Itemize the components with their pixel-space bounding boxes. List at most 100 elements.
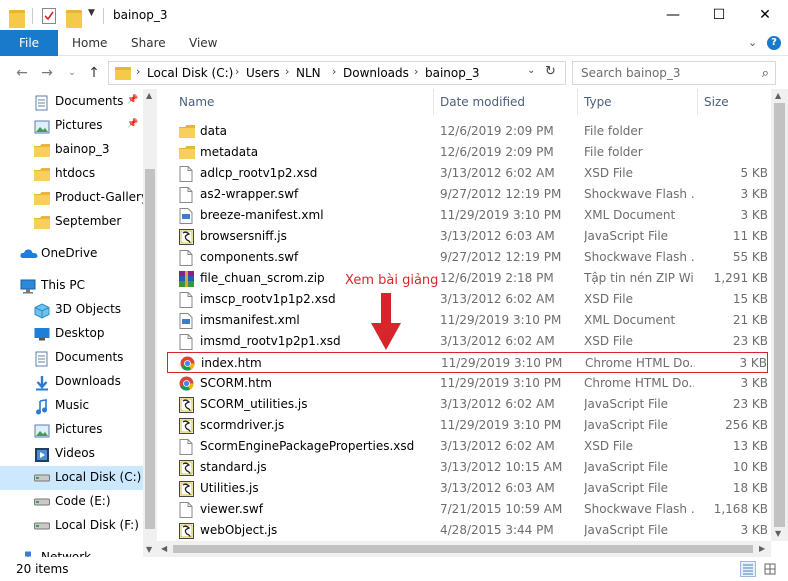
new-folder-icon[interactable] <box>66 10 82 28</box>
chevron-right-icon[interactable]: › <box>285 65 289 78</box>
close-button[interactable]: ✕ <box>742 0 788 30</box>
search-icon[interactable]: ⌕ <box>762 66 769 81</box>
chevron-right-icon[interactable]: › <box>332 65 336 78</box>
file-list: Name ^ Date modified Type Size data 12/6/… <box>157 89 788 557</box>
file-row[interactable]: imscp_rootv1p1p2.xsd 3/13/2012 6:02 AM XSD… <box>167 289 768 310</box>
chevron-right-icon[interactable]: › <box>414 65 418 78</box>
sidebar-item-september[interactable]: September <box>0 210 143 234</box>
sidebar-item-code-e[interactable]: Code (E:) <box>0 490 143 514</box>
file-row[interactable]: as2-wrapper.swf 9/27/2012 12:19 PM Shockwa… <box>167 184 768 205</box>
sidebar-item-onedrive[interactable]: OneDrive <box>0 242 143 266</box>
sidebar-item-local-disk-f[interactable]: Local Disk (F:) <box>0 514 143 538</box>
chevron-down-icon[interactable]: ▼ <box>88 8 95 26</box>
scroll-up-icon[interactable]: ▲ <box>146 91 152 100</box>
search-box[interactable]: Search bainop_3 ⌕ <box>572 61 776 85</box>
properties-icon[interactable] <box>42 8 56 24</box>
tab-view[interactable]: View <box>189 30 217 56</box>
sidebar-item-downloads[interactable]: Downloads <box>0 370 143 394</box>
file-name: SCORM.htm <box>200 376 272 390</box>
column-header-size[interactable]: Size <box>704 95 729 109</box>
file-row[interactable]: standard.js 3/13/2012 10:15 AM JavaScript … <box>167 457 768 478</box>
sidebar-item-documents[interactable]: Documents <box>0 346 143 370</box>
sidebar-item-label: OneDrive <box>41 246 98 260</box>
file-row[interactable]: SCORM_utilities.js 3/13/2012 6:02 AM JavaS… <box>167 394 768 415</box>
scroll-thumb[interactable] <box>173 545 753 553</box>
scroll-right-icon[interactable]: ▶ <box>759 544 765 553</box>
file-row[interactable]: breeze-manifest.xml 11/29/2019 3:10 PM XML… <box>167 205 768 226</box>
file-row[interactable]: data 12/6/2019 2:09 PM File folder <box>167 121 768 142</box>
file-type: Chrome HTML Do... <box>584 376 694 390</box>
sidebar-item-local-disk-c[interactable]: Local Disk (C:) <box>0 466 143 490</box>
sidebar-item-bainop-3[interactable]: bainop_3 <box>0 138 143 162</box>
sidebar-item-music[interactable]: Music <box>0 394 143 418</box>
tab-share[interactable]: Share <box>131 30 166 56</box>
nav-scrollbar[interactable]: ▲ ▼ <box>143 89 157 557</box>
forward-arrow-icon[interactable]: → <box>37 63 57 83</box>
file-row[interactable]: adlcp_rootv1p2.xsd 3/13/2012 6:02 AM XSD F… <box>167 163 768 184</box>
breadcrumb-downloads[interactable]: Downloads <box>343 66 409 80</box>
file-row[interactable]: metadata 12/6/2019 2:09 PM File folder <box>167 142 768 163</box>
documents-icon <box>34 95 50 111</box>
column-header-date[interactable]: Date modified <box>440 95 525 109</box>
address-bar[interactable]: › Local Disk (C:) › Users › NLN › Downlo… <box>108 61 566 85</box>
file-row[interactable]: file_chuan_scrom.zip 12/6/2019 2:18 PM Tập… <box>167 268 768 289</box>
details-view-icon[interactable] <box>740 561 756 577</box>
file-row[interactable]: browsersniff.js 3/13/2012 6:03 AM JavaScri… <box>167 226 768 247</box>
sidebar-item-this-pc[interactable]: This PC <box>0 274 143 298</box>
column-header-name[interactable]: Name <box>179 95 214 109</box>
sort-ascending-icon: ^ <box>297 89 305 96</box>
chevron-down-icon[interactable]: ⌄ <box>527 65 535 76</box>
expand-ribbon-icon[interactable]: ⌄ <box>748 36 757 49</box>
sidebar-item-desktop[interactable]: Desktop <box>0 322 143 346</box>
scroll-left-icon[interactable]: ◀ <box>161 544 167 553</box>
file-row[interactable]: scormdriver.js 11/29/2019 3:10 PM JavaScri… <box>167 415 768 436</box>
column-divider[interactable] <box>577 89 578 115</box>
refresh-icon[interactable]: ↻ <box>545 64 556 79</box>
chevron-right-icon[interactable]: › <box>136 65 140 78</box>
breadcrumb-bainop-3[interactable]: bainop_3 <box>425 66 480 80</box>
file-row[interactable]: webObject.js 4/28/2015 3:44 PM JavaScript … <box>167 520 768 541</box>
file-row[interactable]: components.swf 9/27/2012 12:19 PM Shockwav… <box>167 247 768 268</box>
file-row[interactable]: index.htm 11/29/2019 3:10 PM Chrome HTML D… <box>167 352 768 373</box>
scroll-down-icon[interactable]: ▼ <box>775 529 781 538</box>
column-header-type[interactable]: Type <box>584 95 612 109</box>
minimize-button[interactable]: — <box>650 0 696 30</box>
horizontal-scrollbar[interactable]: ◀ ▶ <box>157 541 771 557</box>
breadcrumb-users[interactable]: Users <box>246 66 280 80</box>
column-divider[interactable] <box>697 89 698 115</box>
sidebar-item-videos[interactable]: Videos <box>0 442 143 466</box>
column-divider[interactable] <box>433 89 434 115</box>
search-input[interactable]: Search bainop_3 <box>581 66 681 80</box>
sidebar-item-documents[interactable]: Documents 📌 <box>0 90 143 114</box>
chevron-right-icon[interactable]: › <box>235 65 239 78</box>
scroll-thumb[interactable] <box>774 103 785 527</box>
file-row[interactable]: imsmd_rootv1p2p1.xsd 3/13/2012 6:02 AM XSD… <box>167 331 768 352</box>
file-row[interactable]: imsmanifest.xml 11/29/2019 3:10 PM XML Doc… <box>167 310 768 331</box>
sidebar-item-network[interactable]: Network <box>0 546 143 557</box>
scroll-thumb[interactable] <box>145 169 155 529</box>
sidebar-item-product-gallery[interactable]: Product-Gallery- <box>0 186 152 210</box>
tab-file[interactable]: File <box>0 30 58 56</box>
file-size: 18 KB <box>732 481 768 495</box>
recent-locations-icon[interactable]: ⌄ <box>62 63 82 83</box>
sidebar-item-pictures[interactable]: Pictures 📌 <box>0 114 143 138</box>
breadcrumb-local-disk[interactable]: Local Disk (C:) <box>147 66 233 80</box>
back-arrow-icon[interactable]: ← <box>12 63 32 83</box>
breadcrumb-nln[interactable]: NLN <box>296 66 321 80</box>
file-date: 9/27/2012 12:19 PM <box>440 250 562 264</box>
scroll-up-icon[interactable]: ▲ <box>775 91 781 100</box>
scroll-down-icon[interactable]: ▼ <box>146 545 152 554</box>
file-row[interactable]: SCORM.htm 11/29/2019 3:10 PM Chrome HTML D… <box>167 373 768 394</box>
up-arrow-icon[interactable]: ↑ <box>84 63 104 83</box>
large-icons-view-icon[interactable] <box>762 561 778 577</box>
file-list-scrollbar[interactable]: ▲ ▼ <box>771 89 788 541</box>
file-row[interactable]: Utilities.js 3/13/2012 6:03 AM JavaScript … <box>167 478 768 499</box>
tab-home[interactable]: Home <box>72 30 107 56</box>
sidebar-item-pictures[interactable]: Pictures <box>0 418 143 442</box>
sidebar-item-3d-objects[interactable]: 3D Objects <box>0 298 143 322</box>
file-row[interactable]: viewer.swf 7/21/2015 10:59 AM Shockwave Fl… <box>167 499 768 520</box>
file-row[interactable]: ScormEnginePackageProperties.xsd 3/13/201… <box>167 436 768 457</box>
help-icon[interactable]: ? <box>767 36 781 50</box>
maximize-button[interactable]: ☐ <box>696 0 742 30</box>
sidebar-item-htdocs[interactable]: htdocs <box>0 162 143 186</box>
